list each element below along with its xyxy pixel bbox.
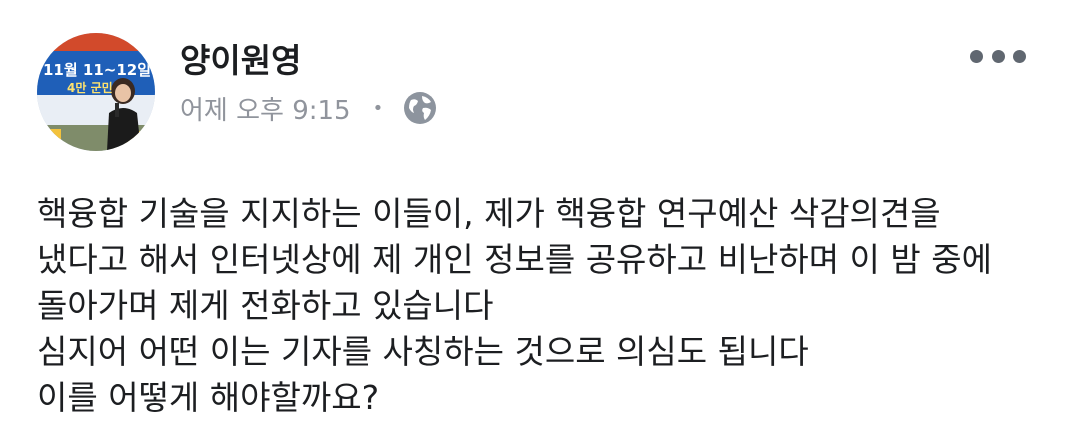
post-body-line: 심지어 어떤 이는 기자를 사칭하는 것으로 의심도 됩니다 <box>37 332 809 371</box>
globe-icon[interactable] <box>403 91 437 125</box>
facebook-post: 11월 11~12일 4만 군민 양이원영 어제 오후 9:15 • 핵융합 기… <box>0 0 1080 439</box>
meta-separator: • <box>372 97 384 119</box>
more-options-icon[interactable] <box>970 40 1026 72</box>
post-timestamp[interactable]: 어제 오후 9:15 <box>180 90 351 127</box>
post-meta: 어제 오후 9:15 • <box>180 88 437 128</box>
author-name[interactable]: 양이원영 <box>180 34 301 82</box>
post-body-line: 이를 어떻게 해야할까요? <box>37 378 380 417</box>
more-dot <box>1013 49 1026 63</box>
avatar-banner-text-2: 4만 군민 <box>67 81 113 95</box>
post-body: 핵융합 기술을 지지하는 이들이, 제가 핵융합 연구예산 삭감의견을 냈다고 … <box>37 191 1057 421</box>
post-body-line: 돌아가며 제게 전화하고 있습니다 <box>37 286 494 325</box>
more-dot <box>970 49 983 63</box>
avatar-banner-text-1: 11월 11~12일 <box>43 61 152 79</box>
more-dot <box>991 49 1005 63</box>
author-avatar[interactable]: 11월 11~12일 4만 군민 <box>37 33 155 151</box>
post-body-line: 냈다고 해서 인터넷상에 제 개인 정보를 공유하고 비난하며 이 밤 중에 <box>37 240 992 279</box>
post-body-line: 핵융합 기술을 지지하는 이들이, 제가 핵융합 연구예산 삭감의견을 <box>37 194 941 233</box>
